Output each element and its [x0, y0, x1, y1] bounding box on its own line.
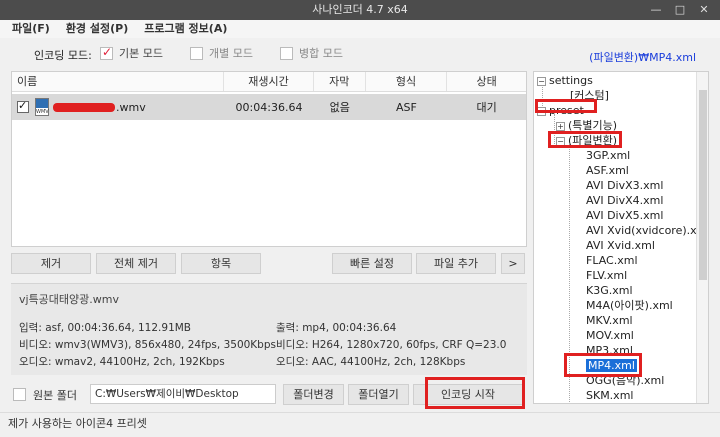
mp4-highlight — [564, 353, 642, 377]
tree-file-avi-divx5[interactable]: AVI DivX5.xml — [586, 208, 663, 223]
preset-highlight — [535, 99, 597, 113]
expand-icon[interactable]: + — [556, 121, 565, 131]
info-input: 입력: asf, 00:04:36.64, 112.91MB — [19, 322, 192, 334]
info-filename: vj특공대태양광.wmv — [19, 293, 120, 306]
tree-file-flac[interactable]: FLAC.xml — [586, 253, 638, 268]
start-encoding-highlight — [425, 377, 525, 409]
quick-settings-button[interactable]: 빠른 설정 — [332, 253, 412, 274]
col-subtitle-header[interactable]: 자막 — [314, 72, 366, 91]
mode-individual-option[interactable]: 개별 모드 — [190, 45, 253, 61]
row-name-cell: WMV .wmv — [12, 98, 224, 116]
remove-button[interactable]: 제거 — [11, 253, 91, 274]
title-bar: 사나인코더 4.7 x64 — □ ✕ — [0, 0, 720, 20]
menu-settings[interactable]: 환경 설정(P) — [66, 20, 128, 38]
current-preset-link[interactable]: (파일변환)₩MP4.xml — [589, 49, 696, 65]
redacted-filename — [53, 102, 115, 112]
more-button[interactable]: > — [501, 253, 525, 274]
tree-file-m4a[interactable]: M4A(아이팟).xml — [586, 298, 673, 313]
row-status: 대기 — [476, 101, 497, 114]
tree-file-k3g[interactable]: K3G.xml — [586, 283, 633, 298]
menu-about[interactable]: 프로그램 정보(A) — [144, 20, 227, 38]
wmv-file-icon: WMV — [35, 98, 49, 116]
collapse-icon[interactable]: − — [537, 76, 546, 86]
list-action-bar: 제거 전체 제거 항목 빠른 설정 파일 추가 > — [11, 253, 527, 275]
window-controls: — □ ✕ — [644, 0, 716, 20]
mode-basic-checkbox[interactable] — [100, 45, 113, 60]
maximize-button[interactable]: □ — [668, 0, 692, 20]
row-filename-ext: .wmv — [116, 100, 146, 114]
source-folder-checkbox[interactable] — [13, 388, 26, 401]
row-duration: 00:04:36.64 — [235, 100, 303, 114]
output-folder-row: 원본 폴더 C:₩Users₩제이비₩Desktop 폴더변경 폴더열기 인코딩… — [0, 377, 530, 410]
tree-file-skm[interactable]: SKM.xml — [586, 388, 633, 403]
open-folder-button[interactable]: 폴더열기 — [348, 384, 409, 405]
mode-merge-checkbox[interactable] — [280, 46, 293, 60]
tree-file-3gp[interactable]: 3GP.xml — [586, 148, 630, 163]
tree-file-flv[interactable]: FLV.xml — [586, 268, 627, 283]
info-output: 출력: mp4, 00:04:36.64 — [276, 322, 397, 334]
file-list-table: 이름 재생시간 자막 형식 상태 WMV .wmv 00:04:36.64 없음… — [11, 71, 527, 247]
tree-node-settings[interactable]: − settings — [537, 73, 593, 88]
row-checkbox[interactable] — [17, 99, 29, 113]
preset-tree: − settings [커스텀] − preset + (특별기능) − (파일변환) … — [533, 71, 709, 404]
output-folder-path[interactable]: C:₩Users₩제이비₩Desktop — [90, 384, 276, 404]
encoding-mode-label: 인코딩 모드: — [34, 49, 92, 62]
table-row[interactable]: WMV .wmv 00:04:36.64 없음 ASF 대기 — [12, 94, 526, 120]
table-header: 이름 재생시간 자막 형식 상태 — [12, 72, 526, 92]
tree-scrollbar-thumb[interactable] — [699, 90, 707, 280]
close-button[interactable]: ✕ — [692, 0, 716, 20]
info-audio-output: 오디오: AAC, 44100Hz, 2ch, 128Kbps — [276, 356, 466, 368]
add-file-button[interactable]: 파일 추가 — [416, 253, 496, 274]
info-video-input: 비디오: wmv3(WMV3), 856x480, 24fps, 3500Kbp… — [19, 339, 276, 351]
mode-merge-option[interactable]: 병합 모드 — [280, 45, 343, 61]
tree-file-avi-divx4[interactable]: AVI DivX4.xml — [586, 193, 663, 208]
row-format: ASF — [396, 100, 417, 114]
col-name-header[interactable]: 이름 — [12, 72, 225, 91]
mode-basic-label: 기본 모드 — [119, 47, 163, 60]
minimize-button[interactable]: — — [644, 0, 668, 20]
menu-file[interactable]: 파일(F) — [12, 20, 50, 38]
remove-all-button[interactable]: 전체 제거 — [96, 253, 176, 274]
tree-file-avi-divx3[interactable]: AVI DivX3.xml — [586, 178, 663, 193]
col-format-header[interactable]: 형식 — [366, 72, 448, 91]
tree-scrollbar[interactable] — [696, 72, 708, 403]
col-duration-header[interactable]: 재생시간 — [224, 72, 314, 91]
change-folder-button[interactable]: 폴더변경 — [283, 384, 344, 405]
media-info-panel: vj특공대태양광.wmv 입력: asf, 00:04:36.64, 112.9… — [11, 283, 527, 375]
mode-basic-option[interactable]: 기본 모드 — [100, 45, 163, 61]
convert-highlight — [548, 131, 622, 148]
tree-file-asf[interactable]: ASF.xml — [586, 163, 629, 178]
tree-file-mkv[interactable]: MKV.xml — [586, 313, 633, 328]
mode-merge-label: 병합 모드 — [299, 47, 343, 60]
info-audio-input: 오디오: wmav2, 44100Hz, 2ch, 192Kbps — [19, 356, 225, 368]
wmv-icon-label: WMV — [36, 109, 49, 115]
tree-file-avi-xvidcore[interactable]: AVI Xvid(xvidcore).xml — [586, 223, 708, 238]
col-status-header[interactable]: 상태 — [447, 72, 526, 91]
mode-individual-checkbox[interactable] — [190, 46, 203, 60]
source-folder-label: 원본 폴더 — [33, 389, 77, 402]
tree-file-mov[interactable]: MOV.xml — [586, 328, 634, 343]
status-bar: 제가 사용하는 아이콘4 프리셋 — [0, 412, 720, 437]
encoding-mode-bar: 인코딩 모드: 기본 모드 개별 모드 병합 모드 (파일변환)₩MP4.xml — [0, 38, 720, 70]
tree-file-avi-xvid[interactable]: AVI Xvid.xml — [586, 238, 655, 253]
info-video-output: 비디오: H264, 1280x720, 60fps, CRF Q=23.0 — [276, 339, 507, 351]
window-title: 사나인코더 4.7 x64 — [312, 3, 408, 16]
menu-bar: 파일(F) 환경 설정(P) 프로그램 정보(A) — [0, 20, 720, 38]
item-button[interactable]: 항목 — [181, 253, 261, 274]
row-subtitle: 없음 — [329, 101, 350, 114]
mode-individual-label: 개별 모드 — [209, 47, 253, 60]
